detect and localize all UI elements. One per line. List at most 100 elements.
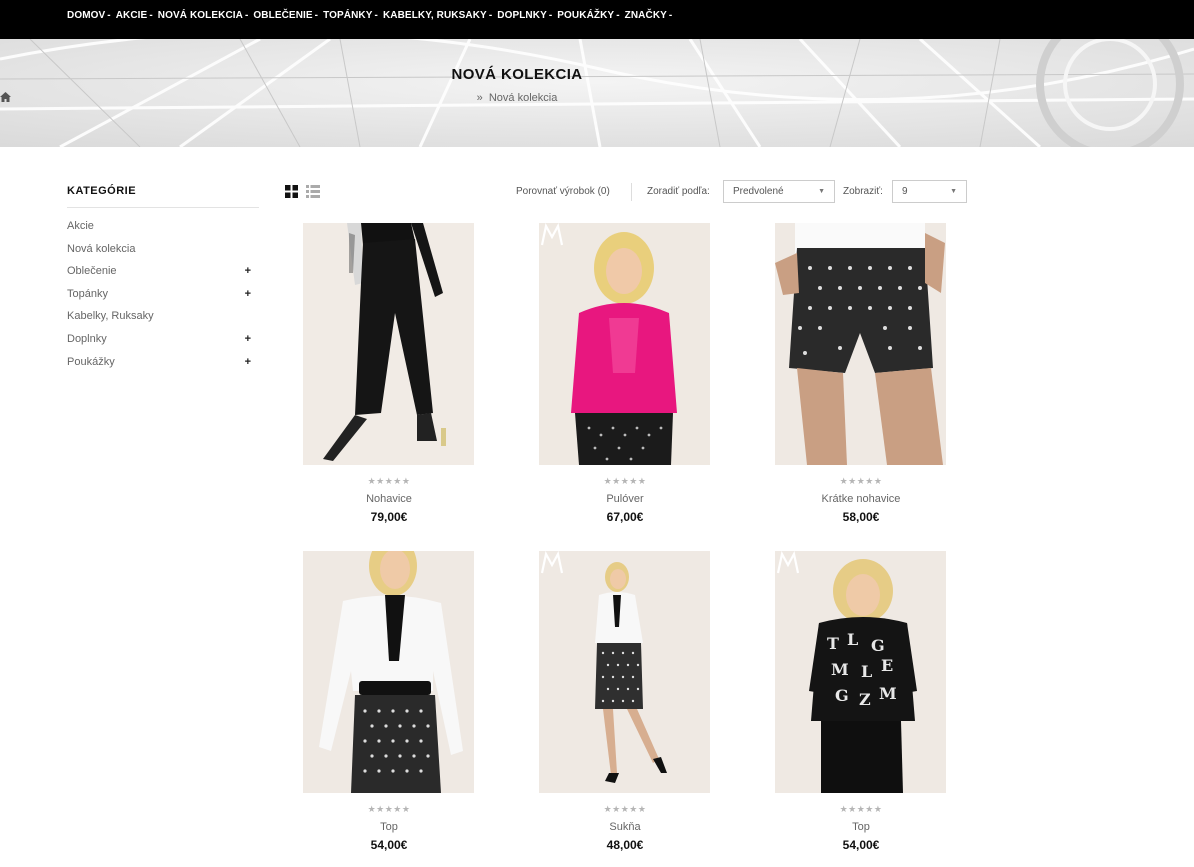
product-photo: TLG MLE GZM [775, 551, 946, 793]
product-card[interactable]: ★★★★★ Top 54,00€ [303, 551, 475, 852]
category-label: Oblečenie [67, 265, 117, 278]
expand-plus-icon[interactable]: + [245, 263, 251, 279]
brand-logo-icon [776, 551, 800, 574]
expand-plus-icon[interactable]: + [245, 331, 251, 347]
sort-label: Zoradiť podľa: [647, 186, 710, 197]
sort-select[interactable]: Predvolené ▼ [723, 180, 835, 203]
svg-text:L: L [861, 662, 872, 681]
nav-label: NOVÁ KOLEKCIA [157, 10, 243, 21]
product-card[interactable]: ★★★★★ Krátke nohavice 58,00€ [775, 223, 947, 524]
product-image-letter-top[interactable]: TLG MLE GZM [775, 551, 946, 793]
product-image-cardigan[interactable] [539, 223, 710, 465]
svg-text:G: G [871, 636, 885, 655]
category-item-oblecenie[interactable]: Oblečenie + [67, 263, 259, 286]
chevron-down-icon: ▼ [818, 188, 825, 195]
category-item-akcie[interactable]: Akcie [67, 218, 259, 241]
category-list: Akcie Nová kolekcia Oblečenie + Topánky + … [67, 218, 259, 376]
category-item-topanky[interactable]: Topánky + [67, 286, 259, 309]
nav-label: AKCIE [115, 10, 148, 21]
nav-item-kabelky[interactable]: KABELKY, RUKSAKY - [383, 10, 492, 21]
product-image-top[interactable] [303, 551, 474, 793]
sidebar-title: KATEGÓRIE [67, 185, 259, 208]
product-price: 54,00€ [842, 838, 880, 852]
svg-text:Z: Z [859, 690, 871, 709]
nav-item-akcie[interactable]: AKCIE - [116, 10, 153, 21]
category-item-poukazky[interactable]: Poukážky + [67, 354, 259, 377]
main-menu: DOMOV - AKCIE - NOVÁ KOLEKCIA - OBLEČENIE - … [67, 10, 677, 21]
rating-stars: ★★★★★ [367, 804, 411, 814]
chevron-down-icon: ▼ [950, 188, 957, 195]
sort-value: Predvolené [733, 186, 784, 197]
product-price: 54,00€ [370, 838, 408, 852]
product-name[interactable]: Nohavice [303, 493, 475, 505]
nav-item-domov[interactable]: DOMOV - [67, 10, 111, 21]
product-image-skirt[interactable] [539, 551, 710, 793]
nav-separator: - [548, 10, 553, 21]
nav-item-znacky[interactable]: ZNAČKY - [625, 10, 673, 21]
nav-separator: - [488, 10, 493, 21]
breadcrumb: » Nová kolekcia [0, 92, 1034, 104]
svg-text:M: M [879, 684, 897, 703]
rating-stars: ★★★★★ [367, 476, 411, 486]
svg-text:T: T [827, 634, 839, 653]
product-photo [539, 223, 710, 465]
nav-item-doplnky[interactable]: DOPLNKY - [497, 10, 552, 21]
category-label: Akcie [67, 220, 94, 232]
rating-stars: ★★★★★ [839, 476, 883, 486]
category-item-doplnky[interactable]: Doplnky + [67, 331, 259, 354]
product-price: 79,00€ [370, 510, 408, 524]
product-card[interactable]: ★★★★★ Pulóver 67,00€ [539, 223, 711, 524]
product-name[interactable]: Top [775, 821, 947, 833]
category-label: Poukážky [67, 355, 115, 368]
page-title: NOVÁ KOLEKCIA [451, 66, 583, 83]
product-name[interactable]: Top [303, 821, 475, 833]
product-price: 58,00€ [842, 510, 880, 524]
brand-logo-icon [540, 551, 564, 574]
brand-logo-icon [540, 223, 564, 246]
product-name[interactable]: Pulóver [539, 493, 711, 505]
product-photo [775, 223, 946, 465]
expand-plus-icon[interactable]: + [245, 286, 251, 302]
rating-stars: ★★★★★ [603, 476, 647, 486]
nav-separator: - [107, 10, 111, 21]
nav-item-topanky[interactable]: TOPÁNKY - [323, 10, 378, 21]
rating-stars: ★★★★★ [839, 804, 883, 814]
grid-view-icon[interactable] [285, 185, 298, 198]
product-price: 48,00€ [606, 838, 644, 852]
list-view-icon[interactable] [306, 185, 320, 198]
nav-item-oblecenie[interactable]: OBLEČENIE - [253, 10, 318, 21]
rating-stars: ★★★★★ [603, 804, 647, 814]
nav-label: DOMOV [67, 10, 106, 21]
product-image-shorts[interactable] [775, 223, 946, 465]
home-icon[interactable] [0, 92, 11, 102]
category-item-nova-kolekcia[interactable]: Nová kolekcia [67, 241, 259, 264]
show-count-value: 9 [902, 186, 908, 197]
product-price: 67,00€ [606, 510, 644, 524]
category-item-kabelky[interactable]: Kabelky, Ruksaky [67, 308, 259, 331]
nav-separator: - [668, 10, 673, 21]
product-name[interactable]: Krátke nohavice [775, 493, 947, 505]
nav-separator: - [616, 10, 620, 21]
svg-text:M: M [831, 660, 849, 679]
compare-products-link[interactable]: Porovnať výrobok (0) [516, 186, 610, 197]
product-card[interactable]: ★★★★★ Nohavice 79,00€ [303, 223, 475, 524]
product-photo [303, 551, 474, 793]
svg-text:G: G [835, 686, 849, 705]
nav-label: DOPLNKY [497, 10, 547, 21]
show-count-select[interactable]: 9 ▼ [892, 180, 967, 203]
show-count-label: Zobraziť: [843, 186, 883, 197]
category-sidebar: KATEGÓRIE Akcie Nová kolekcia Oblečenie +… [67, 185, 259, 376]
nav-item-poukazky[interactable]: POUKÁŽKY - [557, 10, 619, 21]
svg-text:L: L [847, 630, 858, 649]
category-label: Doplnky [67, 332, 107, 345]
product-card[interactable]: TLG MLE GZM ★★★★★ Top 54,00€ [775, 551, 947, 852]
expand-plus-icon[interactable]: + [245, 354, 251, 370]
product-photo [539, 551, 710, 793]
nav-label: POUKÁŽKY [557, 10, 615, 21]
nav-item-nova-kolekcia[interactable]: NOVÁ KOLEKCIA - [158, 10, 249, 21]
svg-text:E: E [881, 656, 893, 675]
product-name[interactable]: Sukňa [539, 821, 711, 833]
nav-separator: - [149, 10, 153, 21]
product-card[interactable]: ★★★★★ Sukňa 48,00€ [539, 551, 711, 852]
product-image-trousers[interactable] [303, 223, 474, 465]
